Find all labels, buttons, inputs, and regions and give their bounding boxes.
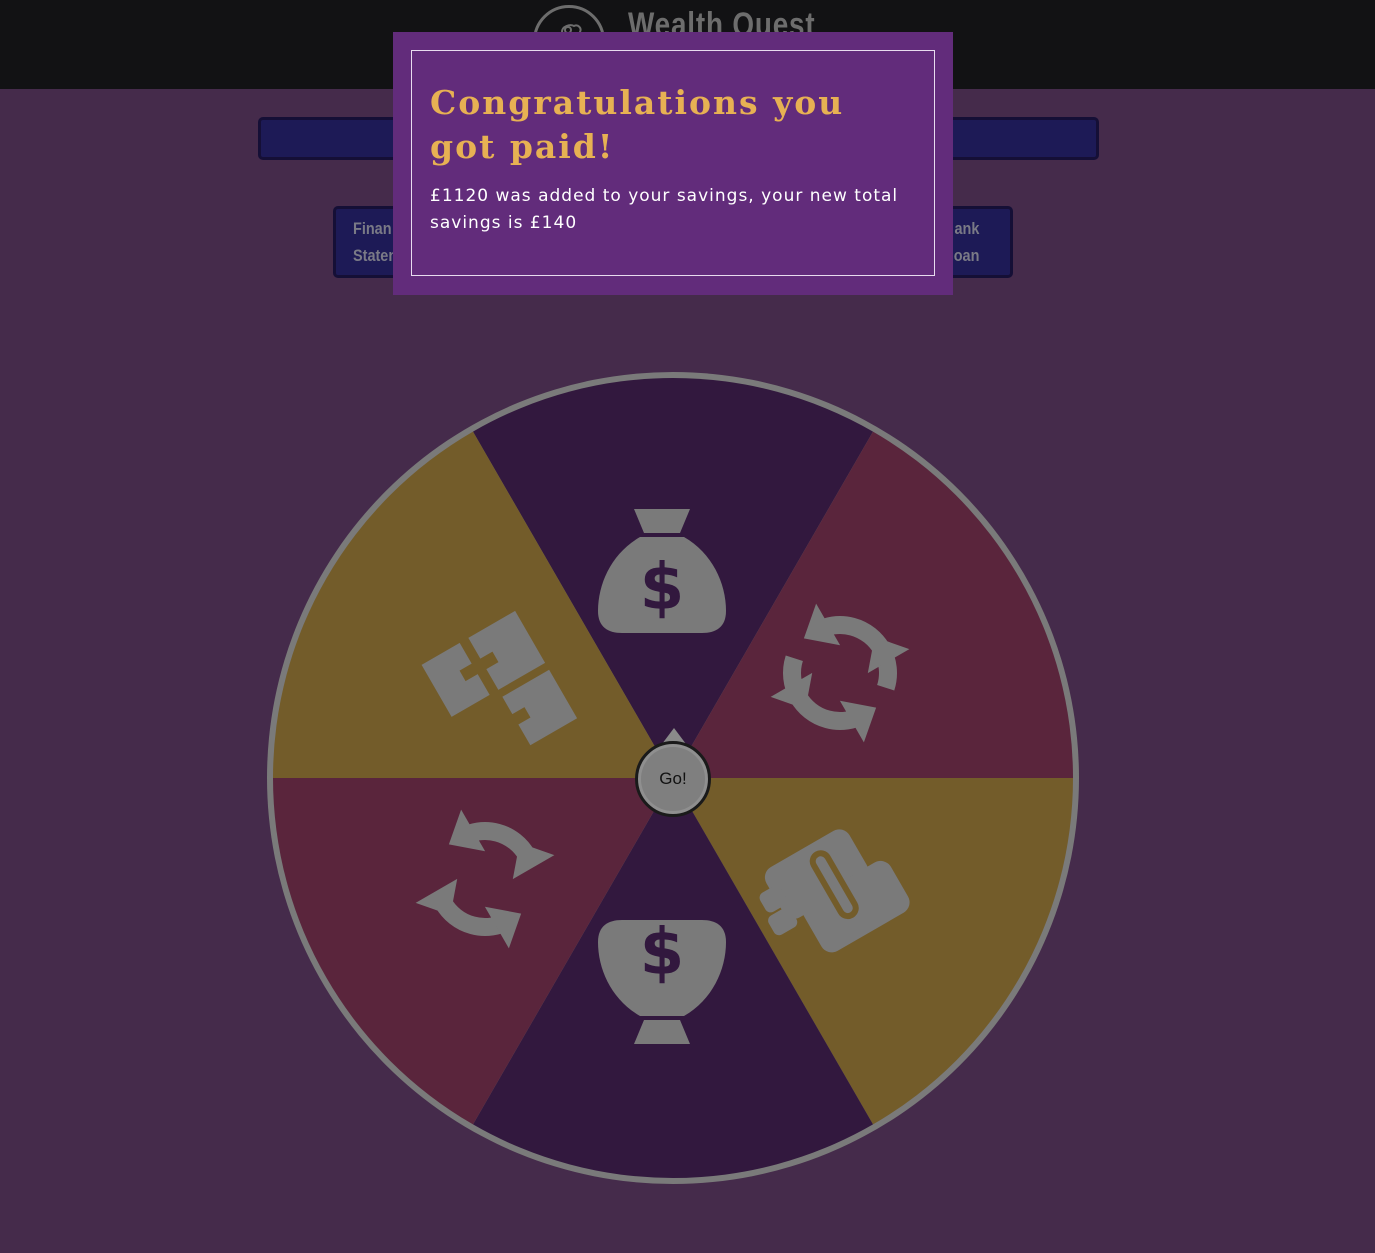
go-button[interactable]: Go! xyxy=(635,741,711,817)
svg-text:$: $ xyxy=(640,916,685,990)
payday-modal: Congratulations you got paid! £1120 was … xyxy=(393,32,953,295)
modal-message: £1120 was added to your savings, your ne… xyxy=(430,186,899,233)
modal-frame: Congratulations you got paid! £1120 was … xyxy=(411,50,935,276)
modal-title: Congratulations you got paid! xyxy=(430,83,845,166)
svg-text:$: $ xyxy=(640,551,685,625)
